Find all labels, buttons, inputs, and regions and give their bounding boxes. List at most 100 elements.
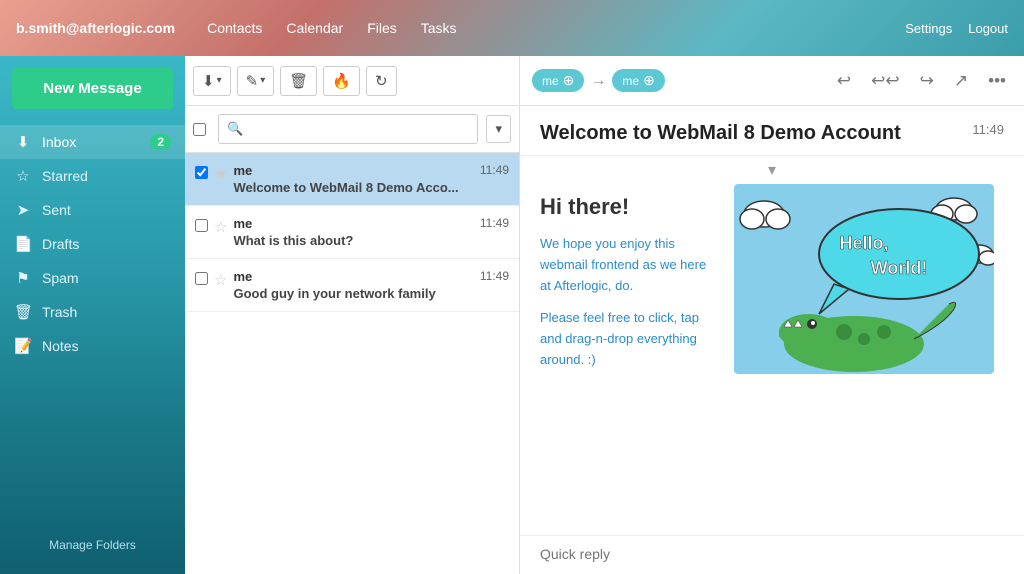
email-item-2[interactable]: ☆ me 11:49 What is this about? [185, 206, 519, 259]
email-subject-3: Good guy in your network family [233, 286, 509, 301]
email-view-time: 11:49 [972, 122, 1004, 137]
sidebar-item-drafts[interactable]: 📄 Drafts [0, 227, 185, 261]
to-badge-plus: ⊕ [643, 72, 655, 89]
sidebar-label-starred: Starred [42, 168, 88, 184]
sidebar-label-trash: Trash [42, 304, 77, 320]
spam-icon: ⚑ [14, 269, 32, 287]
sidebar-item-notes[interactable]: 📝 Notes [0, 329, 185, 363]
delete-button[interactable]: 🗑 [280, 66, 317, 96]
new-message-button[interactable]: New Message [12, 68, 173, 109]
forward-button[interactable]: ↪ [914, 67, 940, 95]
reply-all-button[interactable]: ↩↩ [865, 67, 906, 95]
inbox-view-caret: ▾ [217, 75, 222, 86]
user-email: b.smith@afterlogic.com [16, 20, 175, 36]
email-image-side: Hello, World! [734, 184, 1004, 383]
compose-caret: ▾ [260, 75, 265, 86]
compose-icon: ✎ [246, 72, 259, 90]
email-view-panel: me ⊕ → me ⊕ ↩ ↩↩ ↪ ↗ ••• Welcome to WebM… [520, 56, 1024, 574]
email-checkbox-2[interactable] [195, 219, 208, 232]
email-list-panel: ⬇ ▾ ✎ ▾ 🗑 🔥 ↻ 🔍 ▾ [185, 56, 520, 574]
email-body-para1: We hope you enjoy this webmail frontend … [540, 234, 714, 296]
refresh-button[interactable]: ↻ [366, 66, 397, 96]
email-item-1[interactable]: ★ me 11:49 Welcome to WebMail 8 Demo Acc… [185, 153, 519, 206]
to-badge-label: me [622, 74, 639, 88]
email-checkbox-1[interactable] [195, 166, 208, 179]
logout-link[interactable]: Logout [968, 21, 1008, 36]
email-checkbox-3[interactable] [195, 272, 208, 285]
inbox-view-button[interactable]: ⬇ ▾ [193, 66, 231, 96]
email-content-3: me 11:49 Good guy in your network family [233, 269, 509, 301]
header-left: b.smith@afterlogic.com Contacts Calendar… [16, 20, 457, 36]
header: b.smith@afterlogic.com Contacts Calendar… [0, 0, 1024, 56]
email-item-3[interactable]: ☆ me 11:49 Good guy in your network fami… [185, 259, 519, 312]
nav-files[interactable]: Files [367, 20, 397, 36]
sidebar-label-inbox: Inbox [42, 134, 76, 150]
nav-contacts[interactable]: Contacts [207, 20, 262, 36]
from-badge-plus: ⊕ [563, 72, 575, 89]
email-star-3[interactable]: ☆ [214, 271, 227, 289]
search-bar: 🔍 [218, 114, 478, 144]
inbox-view-icon: ⬇ [202, 72, 215, 90]
from-badge: me ⊕ [532, 69, 584, 92]
email-from-1: me [233, 163, 252, 178]
email-from-2: me [233, 216, 252, 231]
nav-tasks[interactable]: Tasks [421, 20, 457, 36]
search-icon: 🔍 [227, 121, 243, 137]
sidebar-item-spam[interactable]: ⚑ Spam [0, 261, 185, 295]
email-from-3: me [233, 269, 252, 284]
email-time-1: 11:49 [480, 163, 509, 178]
select-all-checkbox[interactable] [193, 123, 206, 136]
sidebar: New Message ⬇ Inbox 2 ☆ Starred ➤ Sent 📄… [0, 56, 185, 574]
sidebar-label-spam: Spam [42, 270, 79, 286]
mark-button[interactable]: 🔥 [323, 66, 360, 96]
email-star-1[interactable]: ★ [214, 165, 227, 183]
inbox-badge: 2 [150, 134, 171, 150]
search-area: 🔍 ▾ [185, 106, 519, 153]
to-badge: me ⊕ [612, 69, 664, 92]
email-text-side: Hi there! We hope you enjoy this webmail… [540, 184, 714, 383]
star-icon: ☆ [14, 167, 32, 185]
manage-folders-link[interactable]: Manage Folders [0, 528, 185, 562]
sidebar-item-sent[interactable]: ➤ Sent [0, 193, 185, 227]
reply-button[interactable]: ↩ [831, 67, 857, 95]
expand-details-button[interactable]: ▾ [520, 156, 1024, 184]
quick-reply-input[interactable] [540, 546, 1004, 562]
filter-dropdown-button[interactable]: ▾ [486, 115, 511, 143]
email-time-2: 11:49 [480, 216, 509, 231]
sidebar-label-drafts: Drafts [42, 236, 79, 252]
settings-link[interactable]: Settings [905, 21, 952, 36]
sidebar-label-sent: Sent [42, 202, 71, 218]
svg-text:Hello,: Hello, [839, 233, 888, 253]
flame-icon: 🔥 [332, 72, 351, 90]
email-content-2: me 11:49 What is this about? [233, 216, 509, 248]
email-content-1: me 11:49 Welcome to WebMail 8 Demo Acco.… [233, 163, 509, 195]
inbox-icon: ⬇ [14, 133, 32, 151]
refresh-icon: ↻ [375, 72, 388, 90]
email-view-header: Welcome to WebMail 8 Demo Account 11:49 [520, 106, 1024, 156]
direction-arrow-icon: → [590, 72, 606, 90]
search-input[interactable] [247, 122, 469, 137]
open-external-button[interactable]: ↗ [948, 67, 974, 95]
svg-text:World!: World! [871, 258, 928, 278]
view-toolbar-right: ↩ ↩↩ ↪ ↗ ••• [831, 67, 1012, 95]
email-body-inner: Hi there! We hope you enjoy this webmail… [540, 184, 1004, 383]
sidebar-item-inbox[interactable]: ⬇ Inbox 2 [0, 125, 185, 159]
compose-button[interactable]: ✎ ▾ [237, 66, 275, 96]
email-time-3: 11:49 [480, 269, 509, 284]
trash-icon: 🗑 [289, 72, 308, 90]
sidebar-item-starred[interactable]: ☆ Starred [0, 159, 185, 193]
trash-icon: 🗑 [14, 303, 32, 321]
email-view-toolbar: me ⊕ → me ⊕ ↩ ↩↩ ↪ ↗ ••• [520, 56, 1024, 106]
email-star-2[interactable]: ☆ [214, 218, 227, 236]
email-view-subject: Welcome to WebMail 8 Demo Account [540, 122, 901, 145]
from-badge-label: me [542, 74, 559, 88]
header-right: Settings Logout [905, 21, 1008, 36]
sidebar-item-trash[interactable]: 🗑 Trash [0, 295, 185, 329]
email-list-toolbar: ⬇ ▾ ✎ ▾ 🗑 🔥 ↻ [185, 56, 519, 106]
sent-icon: ➤ [14, 201, 32, 219]
more-options-button[interactable]: ••• [982, 67, 1012, 95]
email-body: Hi there! We hope you enjoy this webmail… [520, 184, 1024, 535]
nav-calendar[interactable]: Calendar [286, 20, 343, 36]
email-subject-2: What is this about? [233, 233, 509, 248]
main-layout: New Message ⬇ Inbox 2 ☆ Starred ➤ Sent 📄… [0, 56, 1024, 574]
